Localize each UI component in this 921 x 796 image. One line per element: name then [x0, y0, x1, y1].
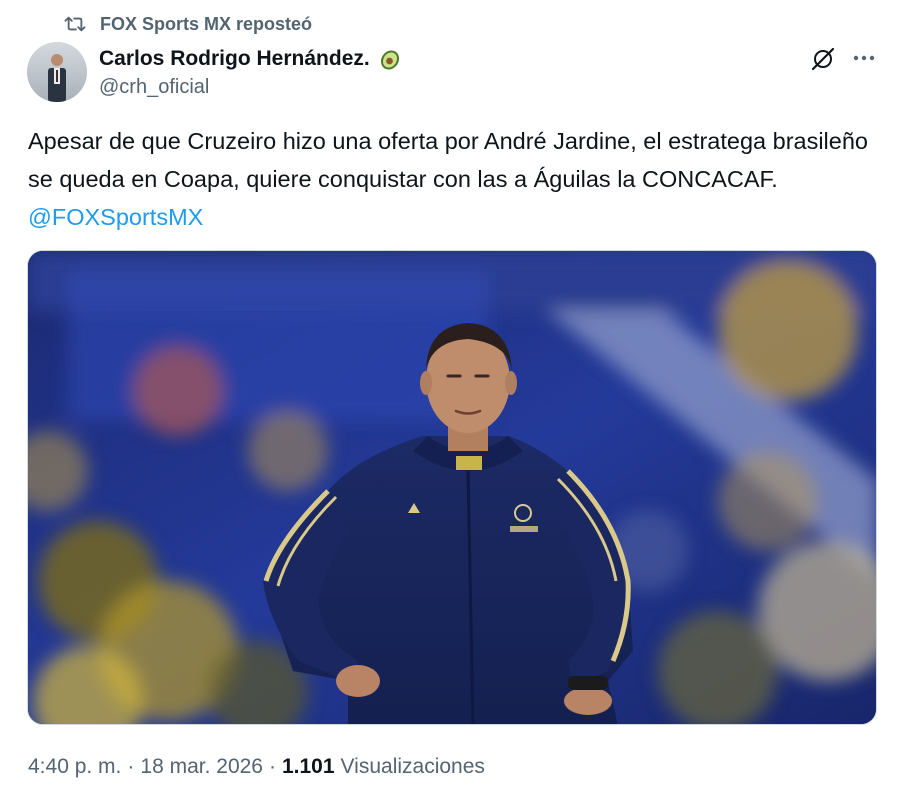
tweet-time[interactable]: 4:40 p. m. — [28, 755, 121, 779]
author-name-row[interactable]: Carlos Rodrigo Hernández. — [99, 44, 402, 74]
grok-icon[interactable] — [808, 44, 838, 74]
avocado-icon — [378, 47, 402, 71]
author-handle[interactable]: @crh_oficial — [99, 76, 209, 99]
tweet-body: Apesar de que Cruzeiro hizo una oferta p… — [28, 128, 868, 192]
avatar[interactable] — [27, 42, 87, 102]
repost-icon — [64, 13, 86, 35]
views-label: Visualizaciones — [340, 755, 485, 778]
tweet-text: Apesar de que Cruzeiro hizo una oferta p… — [28, 122, 888, 236]
author-display-name[interactable]: Carlos Rodrigo Hernández. — [99, 47, 370, 71]
tweet-meta: 4:40 p. m. · 18 mar. 2026 · 1.101 Visual… — [28, 750, 485, 784]
repost-label[interactable]: FOX Sports MX reposteó — [100, 14, 312, 35]
repost-indicator[interactable]: FOX Sports MX reposteó — [64, 10, 312, 38]
meta-separator: · — [127, 755, 135, 778]
mention-link[interactable]: @FOXSportsMX — [28, 204, 203, 230]
views-count: 1.101 — [281, 755, 335, 778]
more-options-icon[interactable] — [850, 44, 878, 72]
meta-separator: · — [268, 755, 276, 778]
tweet-date[interactable]: 18 mar. 2026 — [140, 755, 263, 779]
tweet-photo[interactable] — [27, 250, 877, 725]
